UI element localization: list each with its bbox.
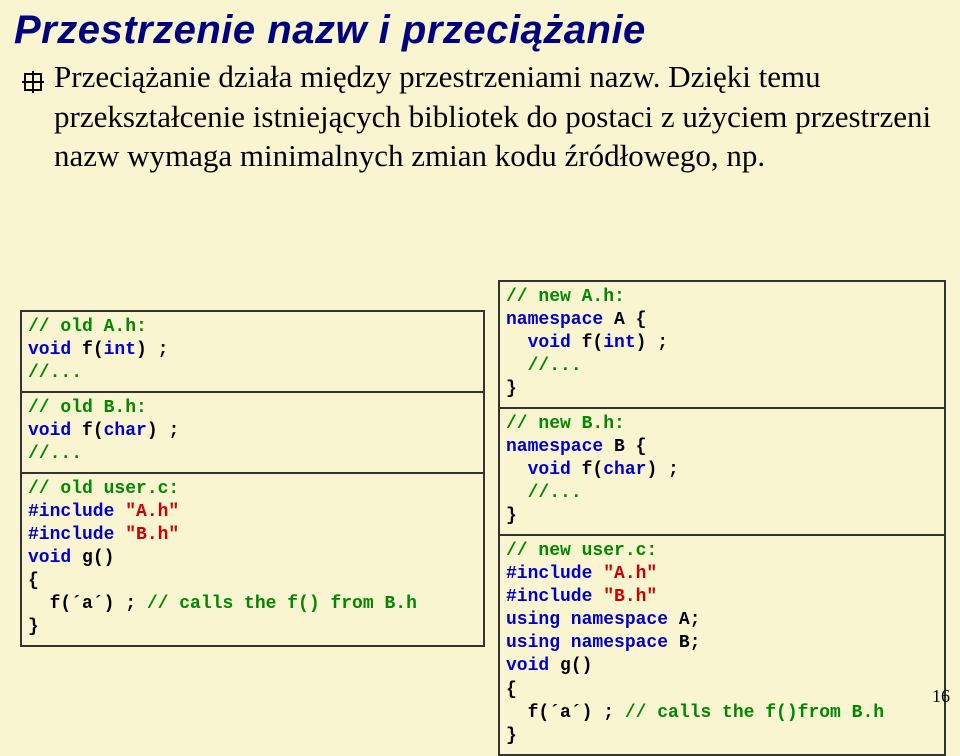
code-line: void f(char) ; [28,420,477,443]
code-line: } [28,616,477,639]
code-line: // old user.c: [28,478,477,501]
code-line: // old A.h: [28,316,477,339]
bullet-icon [22,71,44,98]
code-line: { [28,570,477,593]
code-line: f(´a´) ; // calls the f() from B.h [28,593,477,616]
code-line: f(´a´) ; // calls the f()from B.h [506,702,938,725]
code-line: // new B.h: [506,413,938,436]
code-line: } [506,378,938,401]
code-line: namespace A { [506,309,938,332]
code-line: void g() [28,547,477,570]
code-column-left: // old A.h: void f(int) ; //... // old B… [20,310,485,645]
code-line: //... [506,482,938,505]
code-box-old-a: // old A.h: void f(int) ; //... [20,310,485,393]
page-number: 16 [932,686,950,707]
code-line: #include "A.h" [506,563,938,586]
code-line: namespace B { [506,436,938,459]
code-line: void f(char) ; [506,459,938,482]
code-line: { [506,679,938,702]
code-line: // new user.c: [506,540,938,563]
code-line: //... [28,362,477,385]
code-column-right: // new A.h: namespace A { void f(int) ; … [498,280,946,754]
slide-title: Przestrzenie nazw i przeciążanie [0,0,960,53]
code-line: } [506,505,938,528]
code-line: using namespace A; [506,609,938,632]
code-line: //... [506,355,938,378]
code-line: #include "B.h" [506,586,938,609]
code-line: using namespace B; [506,632,938,655]
code-line: #include "A.h" [28,501,477,524]
code-line: } [506,725,938,748]
code-line: void f(int) ; [28,339,477,362]
code-line: void f(int) ; [506,332,938,355]
code-line: //... [28,443,477,466]
code-box-new-a: // new A.h: namespace A { void f(int) ; … [498,280,946,409]
code-line: void g() [506,655,938,678]
code-box-old-b: // old B.h: void f(char) ; //... [20,391,485,474]
code-line: #include "B.h" [28,524,477,547]
code-line: // new A.h: [506,286,938,309]
bullet-row: Przeciążanie działa między przestrzeniam… [0,53,960,176]
body-text: Przeciążanie działa między przestrzeniam… [54,57,960,176]
code-box-new-b: // new B.h: namespace B { void f(char) ;… [498,407,946,536]
code-box-old-user: // old user.c: #include "A.h" #include "… [20,472,485,647]
code-line: // old B.h: [28,397,477,420]
code-box-new-user: // new user.c: #include "A.h" #include "… [498,534,946,755]
